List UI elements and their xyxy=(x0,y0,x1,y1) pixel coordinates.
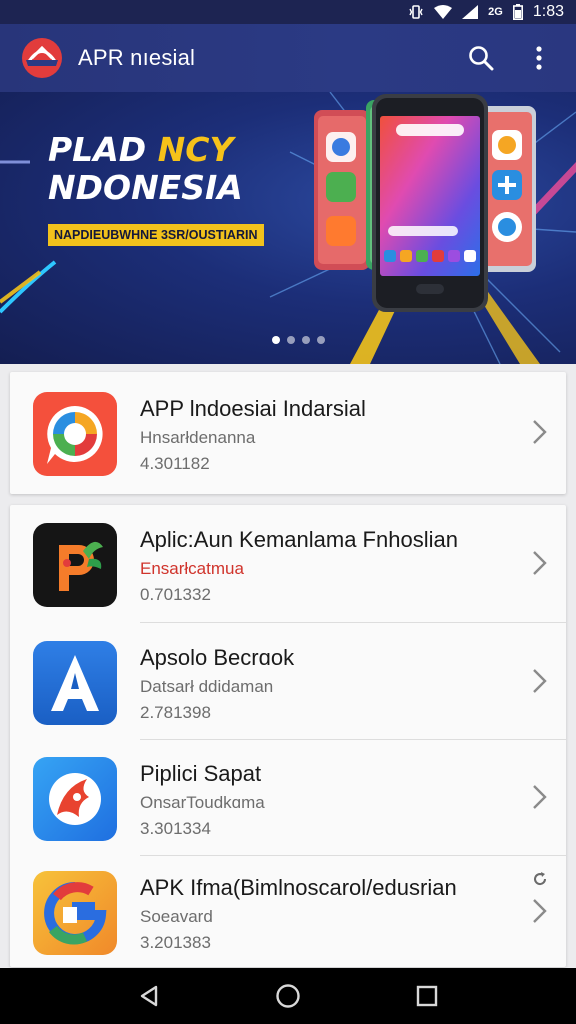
more-vertical-icon xyxy=(536,46,542,70)
home-button[interactable] xyxy=(268,976,308,1016)
swirl-app-icon xyxy=(33,757,117,841)
g-logo-app-icon xyxy=(33,871,117,955)
vibrate-icon xyxy=(408,4,424,20)
app-name: Aplic:Aun Kemanlama Fnhoslian xyxy=(140,527,458,552)
banner-title-line1-b: NCY xyxy=(157,130,234,169)
app-category: Hnsarłdenanna xyxy=(140,428,256,447)
recents-button[interactable] xyxy=(407,976,447,1016)
overflow-menu-button[interactable] xyxy=(524,43,554,73)
chat-colorwheel-app-icon xyxy=(33,392,117,476)
banner-subtitle: NAPDIEUBWHNE 3SR/OUSTIARIN xyxy=(48,224,264,246)
banner-title-line1-a: PLAD xyxy=(48,130,158,169)
promo-banner[interactable]: PLAD NCY NDONESIA NAPDIEUBWHNE 3SR/OUSTI… xyxy=(0,92,576,364)
back-triangle-icon xyxy=(141,985,158,1007)
recents-square-icon xyxy=(416,985,437,1007)
app-version: 4.301182 xyxy=(140,454,210,473)
chevron-right-icon xyxy=(533,899,547,923)
network-type: 2G xyxy=(488,6,503,18)
carousel-dot[interactable] xyxy=(271,336,280,344)
wifi-icon xyxy=(434,5,453,19)
app-version: 2.781398 xyxy=(140,703,211,722)
list-item[interactable]: APP lndoesiai Indarsial Hnsarłdenanna 4.… xyxy=(10,374,566,492)
letter-a-app-icon xyxy=(33,641,117,725)
search-button[interactable] xyxy=(466,43,496,73)
chevron-right-icon xyxy=(533,785,547,809)
letter-p-app-icon xyxy=(33,523,117,607)
app-list-card: Aplic:Aun Kemanlama Fnhoslian Ensarłcatm… xyxy=(10,505,566,967)
status-bar: 2G 1:83 xyxy=(0,0,576,24)
app-version: 3.301334 xyxy=(140,819,211,838)
clock: 1:83 xyxy=(532,3,564,20)
banner-title: PLAD NCY NDONESIA xyxy=(48,132,243,206)
app-version: 3.201383 xyxy=(140,933,211,952)
app-name: APP lndoesiai Indarsial xyxy=(140,396,366,421)
list-item[interactable]: APK Ifma(Bimlnoscarol/edusrian Soeavard … xyxy=(10,853,566,971)
carousel-dot[interactable] xyxy=(286,336,295,344)
carousel-indicator[interactable] xyxy=(10,336,576,344)
app-name: Apsolo Becrɑok xyxy=(140,645,295,670)
app-logo-icon xyxy=(20,36,64,80)
app-title: APR nıesial xyxy=(78,45,196,70)
battery-icon xyxy=(512,4,523,20)
featured-app-card: APP lndoesiai Indarsial Hnsarłdenanna 4.… xyxy=(10,372,566,494)
signal-icon xyxy=(462,5,479,19)
search-icon xyxy=(469,46,494,71)
app-category: OnsarToudkɑma xyxy=(140,793,265,812)
home-circle-icon xyxy=(276,984,300,1008)
system-nav-bar xyxy=(0,968,576,1024)
carousel-dot[interactable] xyxy=(301,336,310,344)
list-item[interactable]: Piplici Sapat OnsarToudkɑma 3.301334 xyxy=(10,739,566,857)
banner-title-line2: NDONESIA xyxy=(48,168,243,207)
app-category: Ensarłcatmua xyxy=(140,559,244,578)
list-item[interactable]: Aplic:Aun Kemanlama Fnhoslian Ensarłcatm… xyxy=(10,505,566,623)
app-category: Soeavard xyxy=(140,907,213,926)
list-item[interactable]: Apsolo Becrɑok Datsarł ddidaman 2.781398 xyxy=(10,623,566,741)
app-name: Piplici Sapat xyxy=(140,761,262,786)
app-version: 0.701332 xyxy=(140,585,211,604)
app-bar: APR nıesial xyxy=(0,24,576,92)
app-name: APK Ifma(Bimlnoscarol/edusrian xyxy=(140,875,457,900)
chevron-right-icon xyxy=(533,669,547,693)
app-category: Datsarł ddidaman xyxy=(140,677,274,696)
refresh-icon xyxy=(534,872,547,886)
carousel-dot[interactable] xyxy=(316,336,325,344)
chevron-right-icon xyxy=(533,551,547,575)
chevron-right-icon xyxy=(533,420,547,444)
back-button[interactable] xyxy=(129,976,169,1016)
